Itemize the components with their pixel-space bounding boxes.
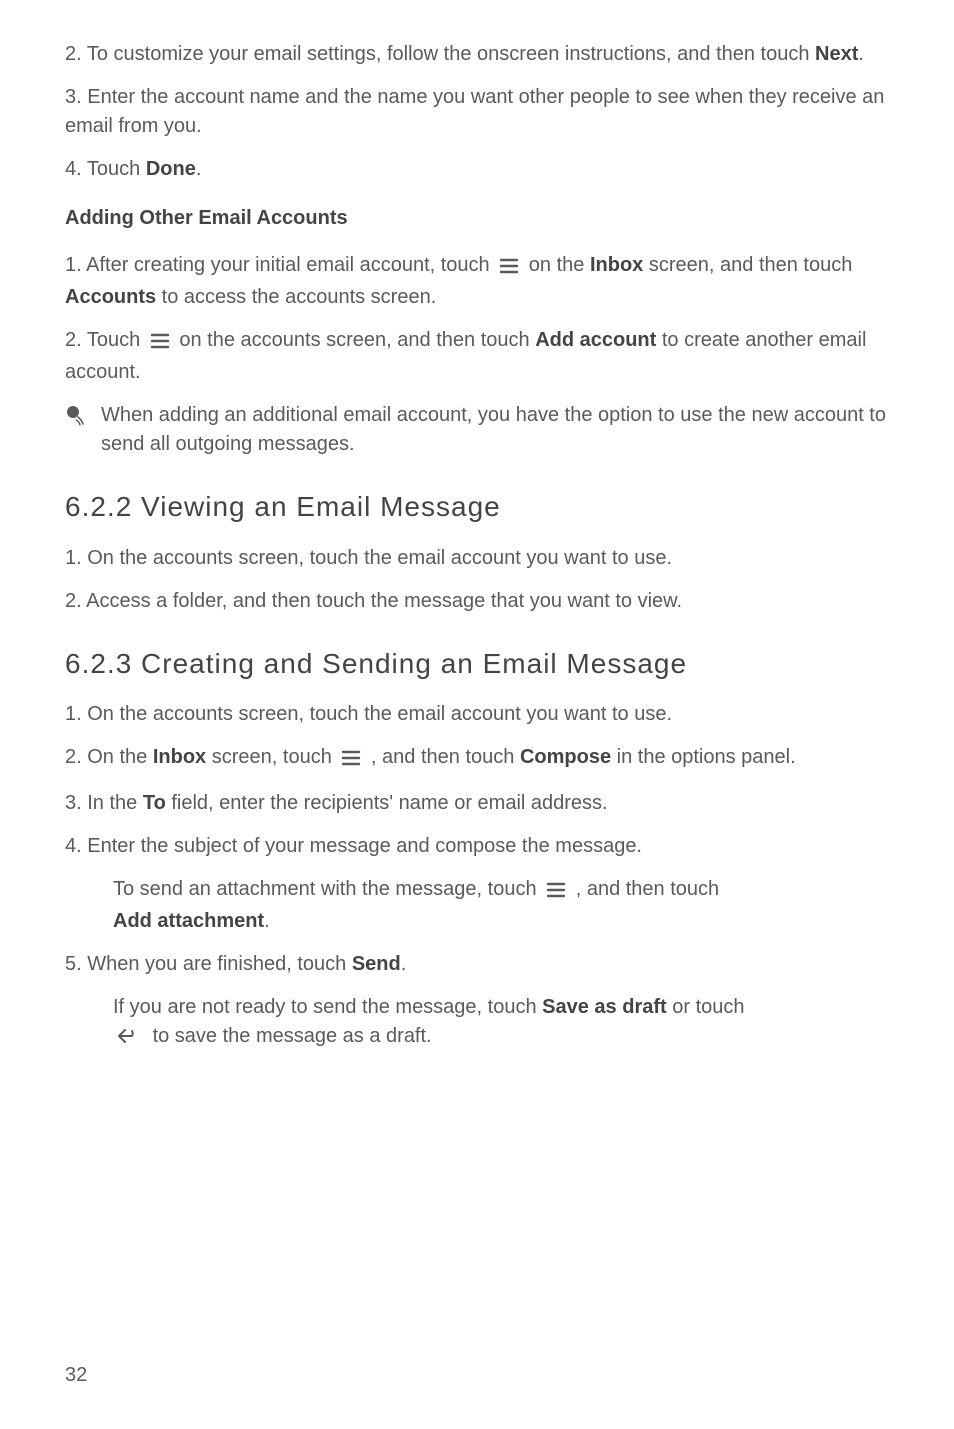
ui-label-done: Done (146, 158, 196, 180)
step-text: , and then touch (371, 746, 520, 768)
step-text: , and then touch (576, 878, 719, 900)
list-item: 2. Access a folder, and then touch the m… (65, 587, 889, 616)
step-text: to save the message as a draft. (153, 1025, 432, 1047)
list-item: 1. After creating your initial email acc… (65, 251, 889, 312)
step-text: 4. Touch (65, 158, 146, 180)
ui-label-save-draft: Save as draft (542, 996, 667, 1018)
note-text: When adding an additional email account,… (101, 401, 889, 459)
ui-label-to: To (143, 792, 166, 814)
ui-label-send: Send (352, 953, 401, 975)
list-item: 2. To customize your email settings, fol… (65, 40, 889, 69)
menu-icon (499, 254, 519, 283)
step-text: . (196, 158, 202, 180)
step-text: . (401, 953, 407, 975)
list-item: 3. Enter the account name and the name y… (65, 83, 889, 141)
note-icon (65, 405, 87, 436)
ui-label-add-account: Add account (535, 329, 656, 351)
sub-step-attachment: To send an attachment with the message, … (113, 875, 889, 936)
back-icon (117, 1025, 139, 1054)
ui-label-inbox: Inbox (153, 746, 206, 768)
step-text: 2. On the (65, 746, 153, 768)
ui-label-inbox: Inbox (590, 254, 643, 276)
step-text: 1. After creating your initial email acc… (65, 254, 495, 276)
step-text: 5. When you are finished, touch (65, 953, 352, 975)
menu-icon (150, 329, 170, 358)
page-content: 2. To customize your email settings, fol… (65, 40, 889, 1054)
step-text: on the accounts screen, and then touch (179, 329, 535, 351)
list-item: 4. Touch Done. (65, 155, 889, 184)
step-text: 2. Touch (65, 329, 146, 351)
list-item: 1. On the accounts screen, touch the ema… (65, 544, 889, 573)
ui-label-accounts: Accounts (65, 286, 156, 308)
list-item: 2. Touch on the accounts screen, and the… (65, 326, 889, 387)
step-text: . (858, 43, 864, 65)
list-item: 4. Enter the subject of your message and… (65, 832, 889, 861)
ui-label-next: Next (815, 43, 858, 65)
menu-icon (341, 746, 361, 775)
step-text: 3. In the (65, 792, 143, 814)
heading-623-creating-sending-email: 6.2.3 Creating and Sending an Email Mess… (65, 644, 889, 685)
step-text: 3. Enter the account name and the name y… (65, 86, 884, 137)
list-item: 1. On the accounts screen, touch the ema… (65, 700, 889, 729)
step-text: . (264, 910, 270, 932)
step-text: screen, touch (206, 746, 337, 768)
ui-label-compose: Compose (520, 746, 611, 768)
list-item: 3. In the To field, enter the recipients… (65, 789, 889, 818)
sub-step-draft: If you are not ready to send the message… (113, 993, 889, 1054)
step-text: screen, and then touch (643, 254, 852, 276)
ui-label-add-attachment: Add attachment (113, 910, 264, 932)
page-number: 32 (65, 1364, 87, 1387)
step-text: To send an attachment with the message, … (113, 878, 542, 900)
step-text: 2. To customize your email settings, fol… (65, 43, 815, 65)
list-item: 5. When you are finished, touch Send. (65, 950, 889, 979)
step-text: on the (529, 254, 590, 276)
heading-622-viewing-email: 6.2.2 Viewing an Email Message (65, 487, 889, 528)
step-text: or touch (667, 996, 745, 1018)
heading-adding-other-accounts: Adding Other Email Accounts (65, 204, 889, 233)
note-callout: When adding an additional email account,… (65, 401, 889, 459)
menu-icon (546, 878, 566, 907)
list-item: 2. On the Inbox screen, touch , and then… (65, 743, 889, 775)
step-text: in the options panel. (611, 746, 796, 768)
step-text: field, enter the recipients' name or ema… (166, 792, 608, 814)
step-text: If you are not ready to send the message… (113, 996, 542, 1018)
step-text: to access the accounts screen. (156, 286, 436, 308)
